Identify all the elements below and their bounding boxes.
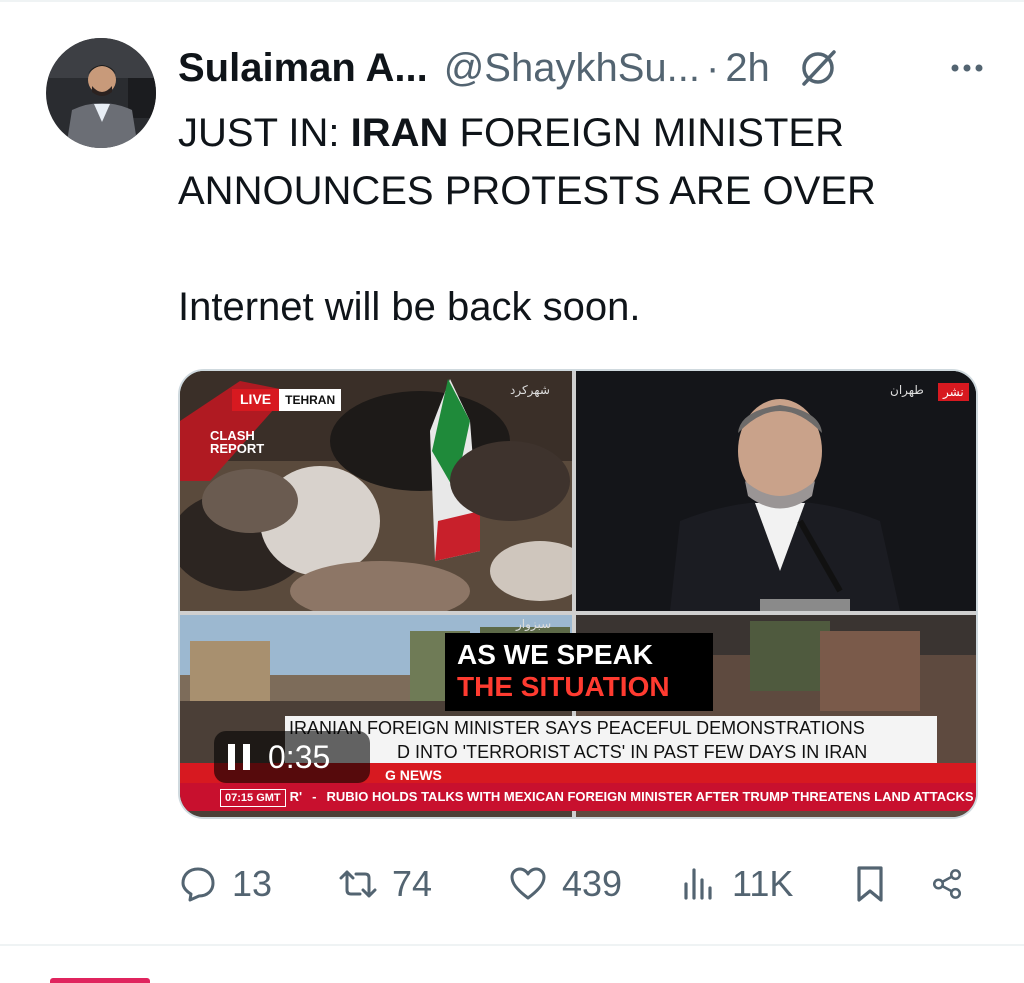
tweet-header: Sulaiman A... @ShaykhSu... · 2h [178,40,988,96]
views-button[interactable]: 11K [678,863,850,905]
video-time: 0:35 [268,738,331,775]
location-label-top-left: شهرکرد [510,383,550,397]
caption-box: AS WE SPEAK THE SITUATION [445,633,713,711]
news-ticker: 07:15 GMT R' - RUBIO HOLDS TALKS WITH MEXIC… [180,783,976,811]
bookmark-button[interactable] [850,864,930,904]
live-badge: LIVE TEHRAN [232,389,342,411]
action-bar: 13 74 439 11K [178,856,978,912]
repost-button[interactable]: 74 [338,863,508,905]
bottom-divider [0,944,1024,946]
next-post-edge [50,978,150,983]
top-divider [0,0,1024,2]
breaking-label: G NEWS [385,767,442,783]
channel-logo: CLASH REPORT [210,429,264,455]
location-label-top-right: طهران [890,383,924,397]
bookmark-icon [857,866,883,902]
separator-dot: · [705,45,720,90]
ticker-text: RUBIO HOLDS TALKS WITH MEXICAN FOREIGN M… [326,789,974,804]
pause-icon[interactable] [228,744,250,770]
views-icon [684,868,712,900]
grok-icon[interactable] [796,46,840,90]
strap-line-1: IRANIAN FOREIGN MINISTER SAYS PEACEFUL D… [289,718,865,738]
reply-button[interactable]: 13 [178,863,338,905]
caption-line-1: AS WE SPEAK [457,639,654,670]
headline-prefix: JUST IN: [178,111,351,155]
ticker-time: 07:15 GMT [220,789,286,807]
city-label: TEHRAN [279,389,342,411]
news-strap: IRANIAN FOREIGN MINISTER SAYS PEACEFUL D… [285,716,937,766]
like-button[interactable]: 439 [508,863,678,905]
strap-line-2: D INTO 'TERRORIST ACTS' IN PAST FEW DAYS… [397,742,868,762]
tweet-time[interactable]: 2h [725,46,770,91]
reply-icon [181,867,215,902]
channel-tag: نشر [938,383,969,401]
like-icon [510,867,546,900]
author-handle[interactable]: @ShaykhSu... [444,46,700,91]
ticker-dash: - [312,789,317,804]
repost-count: 74 [392,863,433,904]
share-icon [932,869,962,899]
location-label-bottom-left: سبزوار [516,617,552,631]
logo-line-2: REPORT [210,441,265,456]
views-count: 11K [732,863,794,904]
live-label: LIVE [232,389,280,411]
more-icon[interactable] [946,47,988,89]
video-player[interactable]: LIVE TEHRAN CLASH REPORT شهرکرد طهران نش… [178,369,978,819]
avatar[interactable] [46,38,156,148]
share-button[interactable] [930,864,978,904]
reply-count: 13 [232,863,273,904]
tweet-text: JUST IN: IRAN FOREIGN MINISTER ANNOUNCES… [178,104,978,336]
tweet-second-line: Internet will be back soon. [178,285,641,329]
like-count: 439 [562,863,623,904]
tweet-headline: JUST IN: IRAN FOREIGN MINISTER ANNOUNCES… [178,104,978,220]
author-name[interactable]: Sulaiman A... [178,46,428,91]
headline-bold: IRAN [350,111,449,155]
repost-icon [339,870,377,898]
ticker-r: R' [289,789,303,804]
avatar-image [46,38,156,148]
caption-line-2: THE SITUATION [457,671,670,702]
video-time-pill[interactable]: 0:35 [214,731,370,783]
